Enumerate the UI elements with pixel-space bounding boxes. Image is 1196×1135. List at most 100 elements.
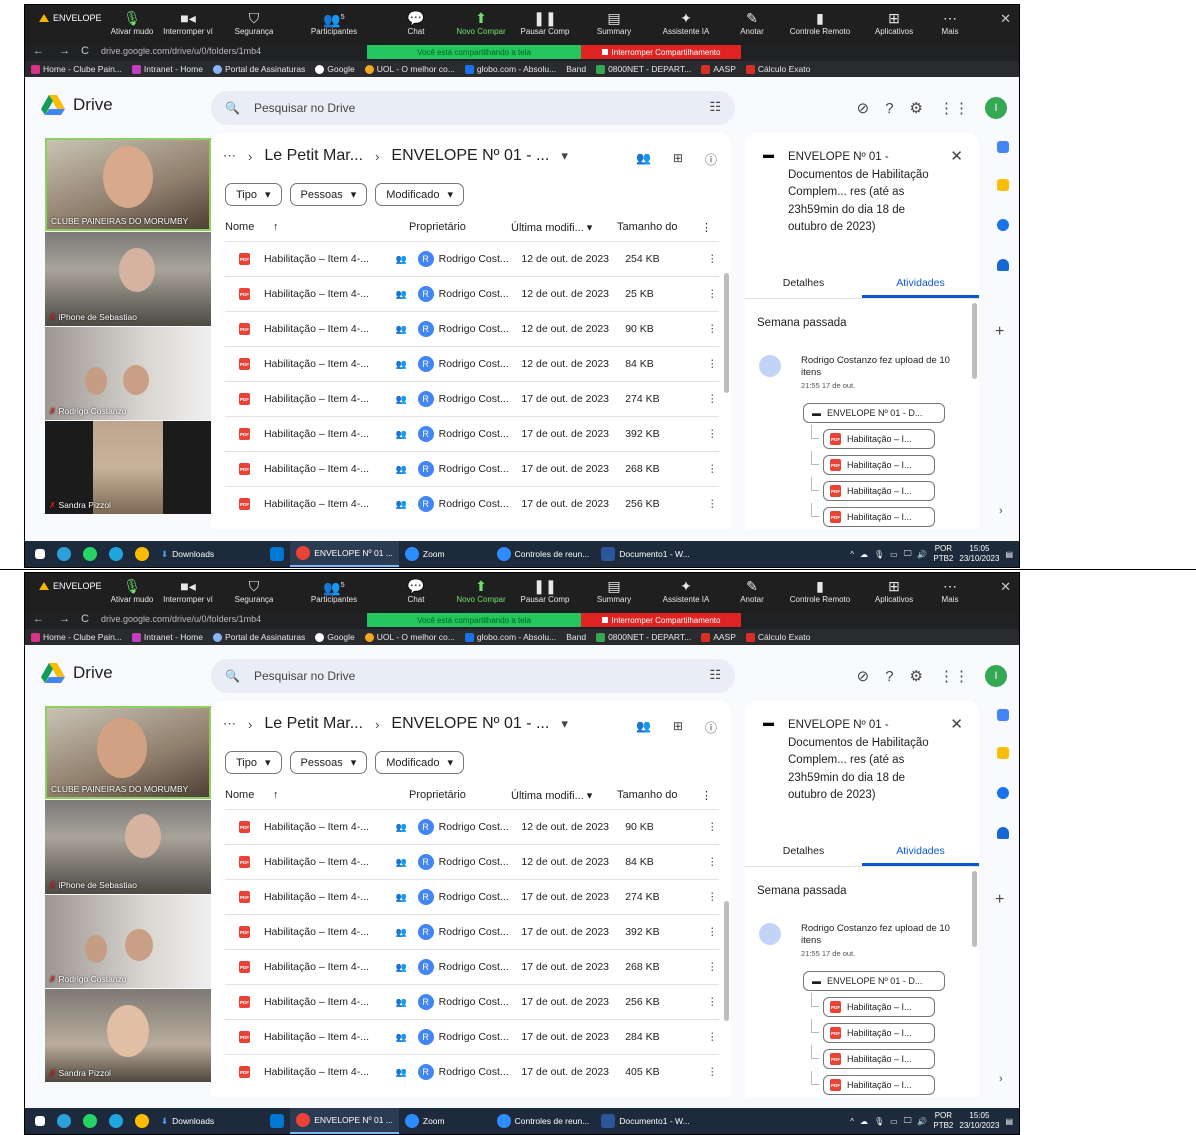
tab-activity[interactable]: Atividades (862, 271, 979, 298)
add-icon[interactable]: + (995, 323, 1004, 341)
filter-modified-button[interactable]: Modificado ▾ (375, 183, 464, 206)
keep-icon[interactable] (997, 747, 1009, 759)
column-size[interactable]: Tamanho do (617, 221, 701, 234)
zoom-more-button[interactable]: ⋯ Mais (917, 577, 983, 604)
app-icon[interactable] (57, 547, 71, 561)
table-row[interactable]: PDF Habilitação – Item 4-... 👥 R Rodrigo Cos… (225, 844, 719, 879)
bookmark-item[interactable]: Intranet - Home (131, 632, 203, 642)
windows-start-icon[interactable] (35, 1116, 45, 1126)
table-row[interactable]: PDF Habilitação – Item 4-... 👥 R Rodrigo Cos… (225, 381, 719, 416)
whatsapp-icon[interactable] (83, 1114, 97, 1128)
taskbar-app-word[interactable]: Documento1 - W... (595, 1108, 695, 1134)
bookmark-item[interactable]: Home - Clube Pain... (31, 64, 122, 74)
more-vert-icon[interactable]: ⋮ (701, 221, 712, 234)
tray-chevron-icon[interactable]: ^ (850, 550, 854, 559)
breadcrumb-current[interactable]: ENVELOPE Nº 01 - ... (391, 715, 549, 733)
table-row[interactable]: PDF Habilitação – Item 4-... 👥 R Rodrigo Cos… (225, 984, 719, 1019)
taskbar-app-downloads[interactable]: ⬇ Downloads (155, 541, 220, 567)
search-input[interactable]: 🔍 Pesquisar no Drive ☷ (211, 91, 735, 125)
table-row[interactable]: PDF Habilitação – Item 4-... 👥 R Rodrigo Cos… (225, 276, 719, 311)
clock[interactable]: 15:05 23/10/2023 (959, 544, 999, 564)
column-size[interactable]: Tamanho do (617, 789, 701, 802)
zoom-annotate-button[interactable]: ✎ Anotar (719, 9, 785, 36)
forward-arrow-icon[interactable]: → (59, 45, 70, 57)
sort-arrow-icon[interactable]: ↑ (273, 221, 409, 234)
battery-icon[interactable]: ▭ (890, 550, 898, 559)
participant-video[interactable]: ✗ iPhone de Sebastiao (45, 800, 211, 894)
taskbar-app-downloads[interactable]: ⬇ Downloads (155, 1108, 220, 1134)
whatsapp-icon[interactable] (83, 547, 97, 561)
zoom-ai-assistant-button[interactable]: ✦ Assistente IA (653, 9, 719, 36)
avatar[interactable]: I (985, 665, 1007, 687)
zoom-remote-control-button[interactable]: ▮ Controle Remoto (787, 577, 853, 604)
scrollbar[interactable] (972, 871, 977, 947)
activity-file-chip[interactable]: PDF Habilitação – I... (823, 997, 935, 1017)
zoom-security-button[interactable]: ⛉ Segurança (221, 9, 287, 36)
notification-icon[interactable]: ▤ (1005, 550, 1013, 559)
table-row[interactable]: PDF Habilitação – Item 4-... 👥 R Rodrigo Cos… (225, 451, 719, 486)
activity-file-chip[interactable]: PDF Habilitação – I... (823, 429, 935, 449)
apps-grid-icon[interactable]: ⋮⋮ (939, 667, 969, 685)
participant-video[interactable]: CLUBE PAINEIRAS DO MORUMBY (45, 706, 211, 799)
outlook-icon[interactable] (270, 1114, 285, 1128)
bookmark-item[interactable]: Google (315, 632, 355, 642)
participant-video[interactable]: ✗ Rodrigo Costanzo (45, 895, 211, 988)
activity-file-chip[interactable]: PDF Habilitação – I... (823, 455, 935, 475)
taskbar-app-zoom[interactable]: Zoom (399, 541, 451, 567)
activity-file-chip[interactable]: PDF Habilitação – I... (823, 481, 935, 501)
back-arrow-icon[interactable]: ← (33, 45, 44, 57)
network-icon[interactable]: 🖵 (904, 1116, 912, 1126)
onedrive-icon[interactable]: ☁ (860, 1117, 868, 1126)
scrollbar[interactable] (724, 273, 729, 393)
grid-view-icon[interactable]: ⊞ (673, 719, 683, 736)
participant-video[interactable]: ✗ Sandra Pizzol (45, 989, 211, 1082)
offline-status-icon[interactable]: ⊘ (857, 667, 870, 685)
zoom-ai-assistant-button[interactable]: ✦ Assistente IA (653, 577, 719, 604)
outlook-icon[interactable] (270, 547, 285, 561)
taskbar-app-word[interactable]: Documento1 - W... (595, 541, 695, 567)
chevron-right-icon[interactable]: › (999, 1073, 1003, 1085)
drive-logo[interactable]: Drive (41, 95, 113, 115)
bookmark-item[interactable]: 0800NET - DEPART... (596, 632, 691, 642)
tasks-icon[interactable] (997, 219, 1009, 231)
zoom-summary-button[interactable]: ▤ Summary (581, 577, 647, 604)
table-row[interactable]: PDF Habilitação – Item 4-... 👥 R Rodrigo Cos… (225, 879, 719, 914)
column-owner[interactable]: Proprietário (409, 789, 511, 802)
breadcrumb-parent[interactable]: Le Petit Mar... (264, 147, 363, 165)
table-row[interactable]: PDF Habilitação – Item 4-... 👥 R Rodrigo Cos… (225, 311, 719, 346)
column-modified[interactable]: Última modifi... ▾ (511, 789, 617, 802)
contacts-icon[interactable] (997, 259, 1009, 271)
windows-start-icon[interactable] (35, 549, 45, 559)
zoom-video-button[interactable]: ■◂ Interromper ví (155, 9, 221, 36)
notification-icon[interactable]: ▤ (1005, 1117, 1013, 1126)
filter-people-button[interactable]: Pessoas ▾ (289, 183, 368, 206)
sort-arrow-icon[interactable]: ↑ (273, 789, 409, 802)
zoom-security-button[interactable]: ⛉ Segurança (221, 577, 287, 604)
chrome-icon[interactable] (135, 1114, 149, 1128)
scrollbar[interactable] (724, 901, 729, 1021)
table-row[interactable]: PDF Habilitação – Item 4-... 👥 R Rodrigo Cos… (225, 1054, 719, 1089)
grid-view-icon[interactable]: ⊞ (673, 151, 683, 168)
participant-video[interactable]: ✗ Rodrigo Costanzo (45, 327, 211, 420)
gear-icon[interactable]: ⚙ (910, 667, 923, 685)
tab-details[interactable]: Detalhes (745, 839, 862, 866)
filter-options-icon[interactable]: ☷ (709, 667, 721, 683)
activity-folder-chip[interactable]: ▬ ENVELOPE Nº 01 - D... (803, 971, 945, 991)
column-owner[interactable]: Proprietário (409, 221, 511, 234)
bookmark-item[interactable]: Home - Clube Pain... (31, 632, 122, 642)
search-input[interactable]: 🔍 Pesquisar no Drive ☷ (211, 659, 735, 693)
bookmark-item[interactable]: AASP (701, 64, 736, 74)
offline-status-icon[interactable]: ⊘ (857, 99, 870, 117)
forward-arrow-icon[interactable]: → (59, 613, 70, 625)
bookmark-item[interactable]: 0800NET - DEPART... (596, 64, 691, 74)
bookmark-item[interactable]: Portal de Assinaturas (212, 64, 305, 74)
stop-sharing-button[interactable]: Interromper Compartilhamento (581, 613, 741, 627)
activity-file-chip[interactable]: PDF Habilitação – I... (823, 1049, 935, 1069)
volume-icon[interactable]: 🔊 (917, 1117, 927, 1126)
language-indicator[interactable]: POR PTB2 (933, 544, 953, 564)
activity-folder-chip[interactable]: ▬ ENVELOPE Nº 01 - D... (803, 403, 945, 423)
tray-chevron-icon[interactable]: ^ (850, 1117, 854, 1126)
add-icon[interactable]: + (995, 891, 1004, 909)
zoom-chat-button[interactable]: 💬 Chat (383, 9, 449, 36)
column-modified[interactable]: Última modifi... ▾ (511, 221, 617, 234)
